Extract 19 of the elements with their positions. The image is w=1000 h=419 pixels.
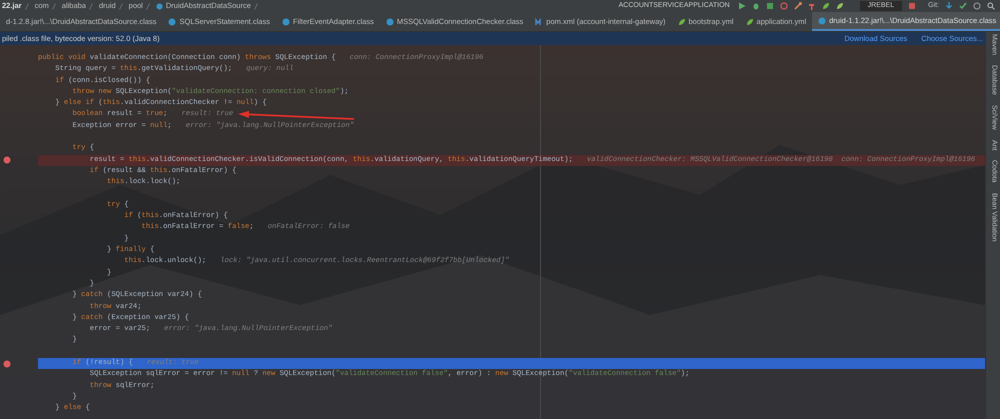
class-file-icon: [818, 16, 826, 24]
class-file-icon: [156, 2, 163, 10]
leaf-file-icon: [746, 18, 754, 26]
class-file-icon: [282, 18, 290, 26]
breadcrumb-separator-icon: [146, 2, 150, 10]
breadcrumb-separator-icon: [254, 2, 258, 10]
leaf-file-icon: [678, 18, 686, 26]
breakpoint-icon[interactable]: [3, 156, 11, 164]
run-icon[interactable]: [738, 2, 746, 10]
maven-file-icon: [535, 18, 544, 26]
checkmark-icon[interactable]: [959, 2, 967, 10]
search-icon[interactable]: [987, 2, 995, 10]
breadcrumb-separator-icon: [24, 2, 29, 10]
class-file-icon: [386, 18, 394, 26]
breadcrumb-separator-icon: [52, 2, 56, 10]
stop-icon[interactable]: [908, 2, 916, 10]
breadcrumb-separator-icon: [118, 2, 123, 10]
breakpoint-icon[interactable]: [3, 360, 11, 368]
breadcrumb-separator-icon: [88, 2, 93, 10]
